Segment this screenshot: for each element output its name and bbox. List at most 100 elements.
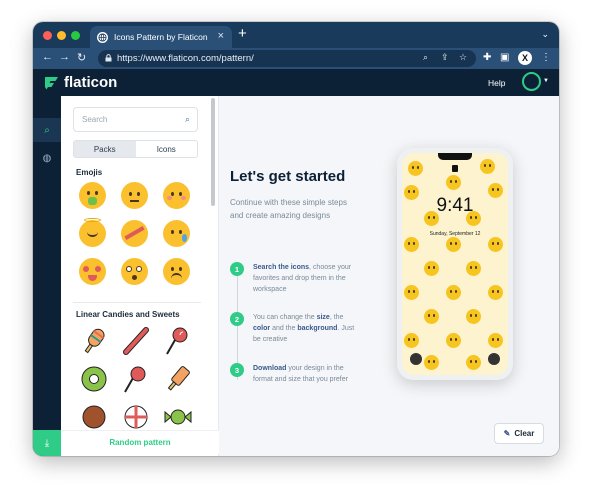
browser-window: Icons Pattern by Flaticon × + ⌄ ← → ↻ ht… (33, 22, 559, 456)
new-tab-button[interactable]: + (238, 25, 247, 42)
emoji-icon[interactable] (79, 258, 106, 285)
phone-date: Sunday, September 12 (429, 231, 481, 237)
pattern-emoji (480, 159, 495, 174)
extensions-icon[interactable]: ✚ (483, 52, 491, 63)
profile-avatar[interactable]: X (518, 51, 532, 65)
tab-strip: Icons Pattern by Flaticon × + ⌄ (33, 22, 559, 48)
maximize-window-button[interactable] (71, 31, 80, 40)
search-icon[interactable]: ⌕ (33, 118, 61, 142)
lollipop-icon[interactable] (121, 364, 151, 394)
lock-icon (105, 54, 112, 62)
candy-stick-icon[interactable] (121, 326, 151, 356)
bookmark-star-icon[interactable]: ☆ (459, 52, 467, 63)
peppermint-icon[interactable] (121, 402, 151, 432)
pattern-emoji (424, 261, 439, 276)
emoji-icon[interactable] (163, 258, 190, 285)
minimize-window-button[interactable] (57, 31, 66, 40)
panel-scrollbar[interactable] (211, 98, 215, 206)
emoji-icon[interactable] (79, 182, 106, 209)
emoji-icon[interactable] (163, 220, 190, 247)
pattern-emoji (466, 309, 481, 324)
site-header: flaticon Help ▼ (33, 69, 559, 96)
ice-cream-bar-icon[interactable] (163, 364, 193, 394)
eraser-icon: ✎ (503, 429, 511, 438)
intro-text: Continue with these simple steps and cre… (230, 198, 347, 220)
phone-preview: 9:41 Sunday, September 12 (397, 148, 513, 380)
search-icon[interactable]: ⌕ (185, 114, 190, 125)
close-window-button[interactable] (43, 31, 52, 40)
reload-icon[interactable]: ↻ (77, 51, 86, 64)
phone-notch (438, 153, 472, 160)
pattern-emoji (488, 237, 503, 252)
user-avatar-icon[interactable] (522, 72, 541, 91)
back-icon[interactable]: ← (42, 51, 53, 63)
pattern-emoji (446, 285, 461, 300)
tab-icons[interactable]: Icons (136, 141, 198, 157)
category-divider (73, 302, 201, 303)
pattern-emoji (446, 237, 461, 252)
download-icon[interactable]: ⤓ (33, 430, 61, 456)
pattern-emoji (446, 175, 461, 190)
help-link[interactable]: Help (488, 78, 505, 88)
tool-rail: ⌕ ◍ ⋖ ⤓ (33, 96, 61, 456)
caret-down-icon[interactable]: ▼ (543, 78, 549, 84)
cookie-icon[interactable] (79, 402, 109, 432)
clear-button[interactable]: ✎ Clear (494, 423, 544, 444)
donut-icon[interactable] (79, 364, 109, 394)
lock-icon (452, 165, 458, 172)
phone-clock: 9:41 (436, 195, 474, 216)
logo-text: flaticon (64, 74, 118, 91)
workspace: Let's get started Continue with these si… (219, 96, 559, 456)
step-text: You can change the size, the color and t… (253, 314, 355, 343)
pattern-emoji (466, 355, 481, 370)
emoji-icon[interactable] (163, 182, 190, 209)
palette-icon[interactable]: ◍ (33, 146, 61, 170)
address-toolbar: ← → ↻ https://www.flaticon.com/pattern/ … (33, 48, 559, 69)
pattern-emoji (408, 161, 423, 176)
pattern-emoji (488, 285, 503, 300)
pattern-emoji (404, 237, 419, 252)
flashlight-icon (410, 353, 422, 365)
page-title: Let's get started (230, 168, 346, 185)
zoom-icon[interactable]: ⌕ (423, 52, 428, 63)
emoji-icon[interactable] (79, 218, 106, 247)
url-text: https://www.flaticon.com/pattern/ (117, 53, 254, 64)
panel-footer: Random pattern (61, 430, 219, 454)
tab-packs[interactable]: Packs (74, 141, 136, 157)
tab-title: Icons Pattern by Flaticon (114, 32, 208, 42)
pattern-emoji (488, 333, 503, 348)
popsicle-icon[interactable] (79, 326, 109, 356)
url-bar[interactable]: https://www.flaticon.com/pattern/ ⌕ ⇪ ☆ (98, 50, 476, 67)
flaticon-logo[interactable]: flaticon (44, 74, 117, 91)
wrapped-candy-icon[interactable] (163, 402, 193, 432)
pattern-emoji (424, 355, 439, 370)
pattern-emoji (446, 333, 461, 348)
pattern-preview[interactable]: 9:41 Sunday, September 12 (402, 153, 508, 375)
random-pattern-button[interactable]: Random pattern (61, 438, 219, 447)
step-text: Download your design in the format and s… (253, 365, 348, 383)
pattern-emoji (466, 261, 481, 276)
tab-close-icon[interactable]: × (218, 30, 224, 42)
lollipop-icon[interactable] (163, 326, 193, 356)
category-title-candies: Linear Candies and Sweets (76, 310, 180, 319)
search-input[interactable]: Search ⌕ (73, 107, 198, 132)
search-placeholder: Search (82, 115, 108, 124)
step-number: 3 (230, 363, 244, 377)
globe-icon (97, 31, 108, 43)
pattern-emoji (424, 309, 439, 324)
step-number: 1 (230, 262, 244, 276)
browser-tab[interactable]: Icons Pattern by Flaticon × (90, 26, 232, 48)
clear-label: Clear (514, 429, 535, 438)
step-number: 2 (230, 312, 244, 326)
forward-icon[interactable]: → (59, 51, 70, 63)
chevron-down-icon[interactable]: ⌄ (541, 29, 549, 40)
emoji-icon[interactable] (121, 182, 148, 209)
emoji-icon[interactable] (121, 258, 148, 285)
pattern-emoji (404, 333, 419, 348)
emoji-icon[interactable] (121, 220, 148, 247)
step-text: Search the icons, choose your favorites … (253, 264, 352, 293)
share-page-icon[interactable]: ⇪ (441, 52, 449, 63)
sidebar-icon[interactable]: ▣ (500, 52, 509, 63)
more-menu-icon[interactable]: ⋮ (541, 52, 551, 63)
flaticon-logo-icon (45, 76, 58, 89)
